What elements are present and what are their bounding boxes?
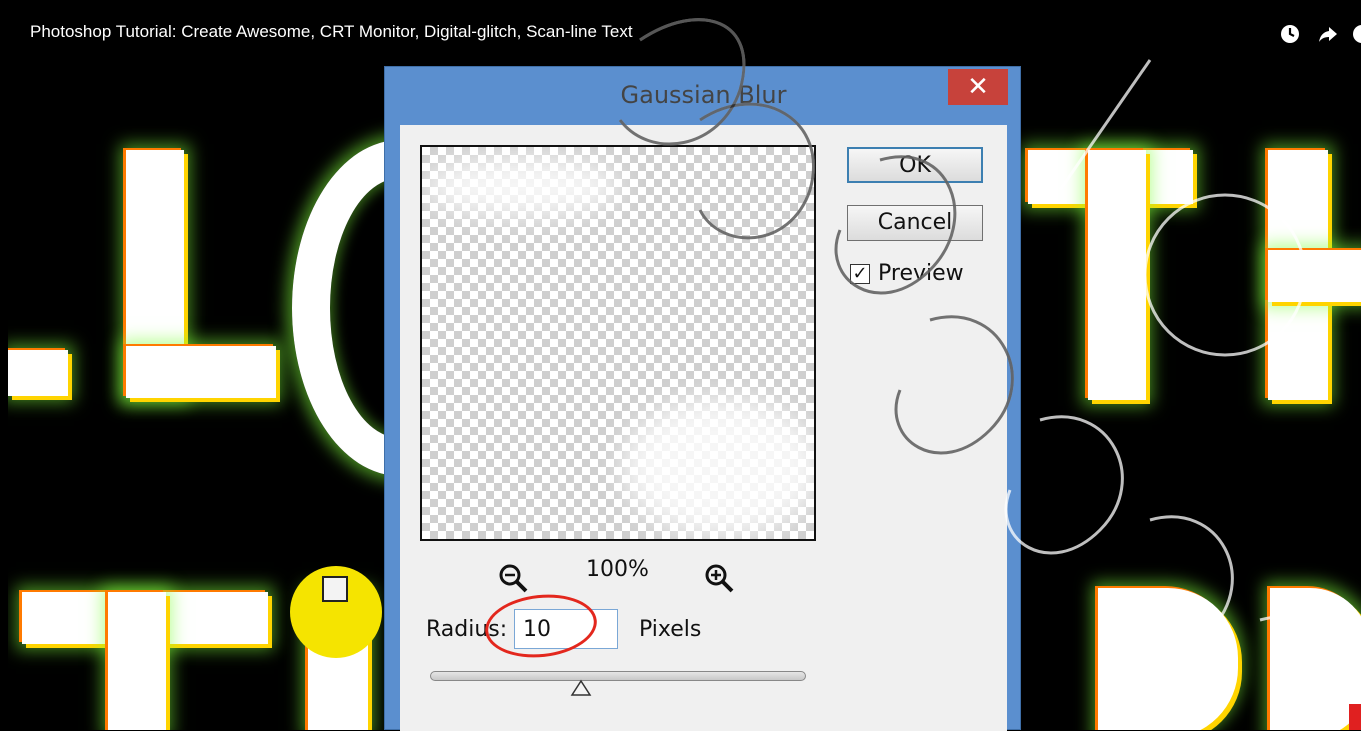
zoom-out-icon[interactable] [496, 561, 530, 595]
square-icon [322, 576, 348, 602]
blur-highlight-bottom [622, 397, 814, 537]
bg-letter-t-stem [1088, 150, 1146, 400]
video-title[interactable]: Photoshop Tutorial: Create Awesome, CRT … [30, 22, 633, 42]
dialog-body: OK Cancel ✓ Preview 100% Radius: Pixels [400, 125, 1007, 731]
zoom-in-icon[interactable] [702, 561, 736, 595]
clock-icon[interactable] [1280, 24, 1300, 44]
share-arrow-icon[interactable] [1318, 24, 1338, 44]
bg-letter-l2 [8, 350, 68, 396]
ok-button[interactable]: OK [847, 147, 983, 183]
zoom-level: 100% [586, 557, 649, 582]
bg-letter-l3 [126, 346, 276, 398]
info-icon[interactable] [1352, 24, 1361, 44]
bg-letter-r [1098, 588, 1238, 730]
preview-checkbox[interactable]: ✓ [850, 263, 870, 284]
dialog-title: Gaussian Blur [620, 81, 787, 109]
radius-slider-track[interactable] [430, 671, 806, 681]
preview-label: Preview [878, 261, 964, 286]
bg-letter-p [1270, 588, 1361, 730]
cancel-button[interactable]: Cancel [847, 205, 983, 241]
preview-canvas[interactable] [420, 145, 816, 541]
bg-letter-t2-stem [108, 592, 166, 730]
annotation-circle [482, 589, 600, 663]
close-button[interactable]: ✕ [948, 69, 1008, 105]
blur-highlight-top [422, 157, 622, 217]
bg-letter-h2 [1268, 250, 1361, 302]
radius-slider-thumb[interactable] [570, 679, 592, 699]
gaussian-blur-dialog: Gaussian Blur ✕ OK Cancel ✓ Preview 100%… [384, 66, 1021, 731]
pixels-label: Pixels [639, 617, 702, 642]
youtube-badge [1349, 704, 1361, 730]
preview-checkbox-row[interactable]: ✓ Preview [850, 261, 964, 286]
